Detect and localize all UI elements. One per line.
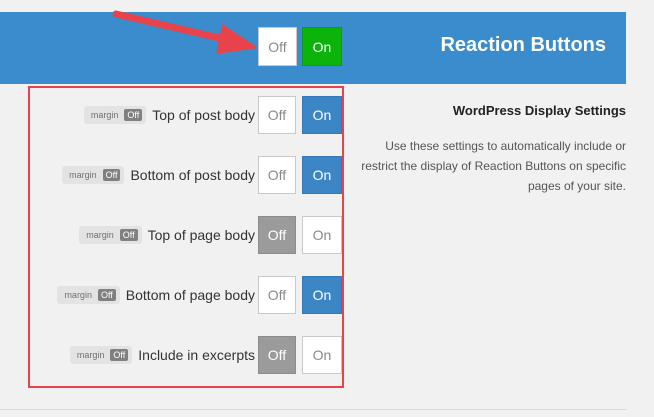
margin-badge[interactable]: margin Off bbox=[83, 106, 147, 124]
row-top-page: margin Off Top of page body bbox=[79, 216, 255, 254]
row-label: Top of page body bbox=[147, 227, 255, 243]
row-excerpts: margin Off Include in excerpts bbox=[69, 336, 255, 374]
row-top-post: margin Off Top of post body bbox=[83, 96, 255, 134]
bottom-page-on-button[interactable]: On bbox=[302, 276, 342, 314]
row-bottom-post: margin Off Bottom of post body bbox=[62, 156, 255, 194]
top-page-off-button[interactable]: Off bbox=[258, 216, 296, 254]
bottom-post-on-button[interactable]: On bbox=[302, 156, 342, 194]
row-label: Include in excerpts bbox=[138, 347, 255, 363]
section-description: Use these settings to automatically incl… bbox=[361, 139, 626, 193]
top-post-off-button[interactable]: Off bbox=[258, 96, 296, 134]
row-label: Top of post body bbox=[152, 107, 255, 123]
section-title: WordPress Display Settings bbox=[452, 103, 626, 118]
divider bbox=[0, 409, 626, 410]
bottom-post-off-button[interactable]: Off bbox=[258, 156, 296, 194]
margin-badge[interactable]: margin Off bbox=[79, 226, 142, 244]
bottom-page-off-button[interactable]: Off bbox=[258, 276, 296, 314]
plugin-toggle-on-button[interactable]: On bbox=[302, 27, 342, 66]
row-label: Bottom of page body bbox=[125, 287, 255, 303]
red-arrow-annotation bbox=[112, 10, 258, 54]
margin-badge[interactable]: margin Off bbox=[57, 286, 120, 304]
top-page-on-button[interactable]: On bbox=[302, 216, 342, 254]
top-post-on-button[interactable]: On bbox=[302, 96, 342, 134]
margin-badge[interactable]: margin Off bbox=[69, 346, 133, 364]
excerpts-off-button[interactable]: Off bbox=[258, 336, 296, 374]
excerpts-on-button[interactable]: On bbox=[302, 336, 342, 374]
row-label: Bottom of post body bbox=[130, 167, 255, 183]
margin-badge[interactable]: margin Off bbox=[62, 166, 125, 184]
row-bottom-page: margin Off Bottom of page body bbox=[57, 276, 255, 314]
plugin-title: Reaction Buttons bbox=[440, 34, 606, 56]
